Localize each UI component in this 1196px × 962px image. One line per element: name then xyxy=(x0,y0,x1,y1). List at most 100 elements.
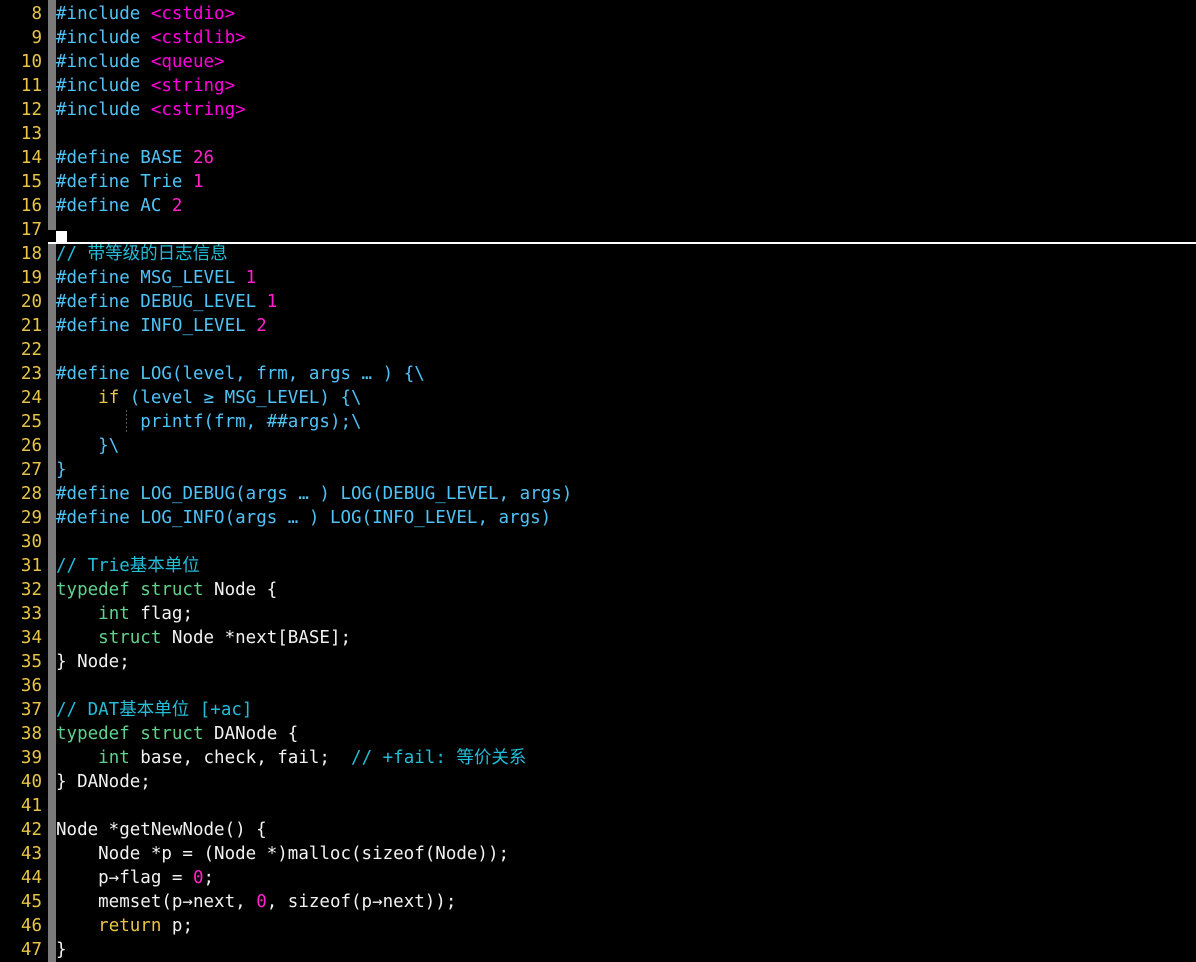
code-line[interactable]: 17 xyxy=(0,218,1196,242)
code-line[interactable]: 11 #include <string> xyxy=(0,74,1196,98)
code-line[interactable]: 16 #define AC 2 xyxy=(0,194,1196,218)
code-line[interactable]: 30 xyxy=(0,530,1196,554)
code-line[interactable]: 25 printf(frm, ##args);\ xyxy=(0,410,1196,434)
code-text[interactable]: memset(p→next, 0, sizeof(p→next)); xyxy=(42,890,456,914)
code-line[interactable]: 32 typedef struct Node { xyxy=(0,578,1196,602)
line-number: 33 xyxy=(20,604,42,624)
line-number: 34 xyxy=(20,628,42,648)
code-line[interactable]: 15 #define Trie 1 xyxy=(0,170,1196,194)
code-text[interactable]: #define AC 2 xyxy=(42,194,182,218)
code-text[interactable]: if (level ≥ MSG_LEVEL) {\ xyxy=(42,386,361,410)
line-number: 13 xyxy=(20,124,42,144)
code-text[interactable]: Node *getNewNode() { xyxy=(42,818,267,842)
code-text[interactable]: printf(frm, ##args);\ xyxy=(42,410,361,434)
code-line[interactable]: 31 // Trie基本单位 xyxy=(0,554,1196,578)
code-token: // +fail: 等价关系 xyxy=(351,748,527,768)
code-token: if xyxy=(98,388,120,408)
code-editor[interactable]: 8 #include <cstdio> 9 #include <cstdlib> 10 #… xyxy=(0,0,1196,962)
code-text[interactable]: #include <cstdlib> xyxy=(42,26,246,50)
code-text[interactable]: struct Node *next[BASE]; xyxy=(42,626,351,650)
code-token: typedef struct xyxy=(56,580,204,600)
code-token: Node *p = (Node *)malloc(sizeof(Node)); xyxy=(56,844,510,864)
code-line[interactable]: 40} DANode; xyxy=(0,770,1196,794)
code-token: 0 xyxy=(192,868,204,888)
code-line[interactable]: 33 int flag; xyxy=(0,602,1196,626)
code-text[interactable]: int base, check, fail; // +fail: 等价关系 xyxy=(42,746,526,770)
code-token: // DAT基本单位 [+ac] xyxy=(56,700,253,720)
code-line[interactable]: 19 #define MSG_LEVEL 1 xyxy=(0,266,1196,290)
code-line[interactable]: 20 #define DEBUG_LEVEL 1 xyxy=(0,290,1196,314)
code-line[interactable]: 8 #include <cstdio> xyxy=(0,2,1196,26)
code-text[interactable]: } xyxy=(42,458,67,482)
code-line[interactable]: 42 Node *getNewNode() { xyxy=(0,818,1196,842)
code-line[interactable]: 12 #include <cstring> xyxy=(0,98,1196,122)
code-line[interactable]: 23 #define LOG(level, frm, args … ) {\ xyxy=(0,362,1196,386)
code-line-list[interactable]: 8 #include <cstdio> 9 #include <cstdlib> 10 #… xyxy=(0,0,1196,962)
line-number: 24 xyxy=(20,388,42,408)
code-line[interactable]: 39 int base, check, fail; // +fail: 等价关系 xyxy=(0,746,1196,770)
code-line[interactable]: 28 #define LOG_DEBUG(args … ) LOG(DEBUG_L… xyxy=(0,482,1196,506)
code-text[interactable]: // Trie基本单位 xyxy=(42,554,200,578)
code-text[interactable]: #include <queue> xyxy=(42,50,225,74)
code-text[interactable]: } DANode; xyxy=(42,770,151,794)
code-line[interactable]: 45 memset(p→next, 0, sizeof(p→next)); xyxy=(0,890,1196,914)
code-text[interactable]: int flag; xyxy=(42,602,193,626)
code-text[interactable]: typedef struct Node { xyxy=(42,578,277,602)
code-line[interactable]: 13 xyxy=(0,122,1196,146)
code-text[interactable]: }\ xyxy=(42,434,119,458)
code-line[interactable]: 22 xyxy=(0,338,1196,362)
code-token: 1 xyxy=(245,268,257,288)
code-text[interactable]: #define LOG_DEBUG(args … ) LOG(DEBUG_LEV… xyxy=(42,482,572,506)
code-text[interactable]: #define MSG_LEVEL 1 xyxy=(42,266,256,290)
code-line[interactable]: 21 #define INFO_LEVEL 2 xyxy=(0,314,1196,338)
code-line[interactable]: 43 Node *p = (Node *)malloc(sizeof(Node)… xyxy=(0,842,1196,866)
line-number: 42 xyxy=(20,820,42,840)
code-text[interactable]: } xyxy=(42,938,67,962)
code-token: 26 xyxy=(192,148,215,168)
code-text[interactable]: #define LOG(level, frm, args … ) {\ xyxy=(42,362,425,386)
code-text[interactable]: #define LOG_INFO(args … ) LOG(INFO_LEVEL… xyxy=(42,506,551,530)
code-line[interactable]: 37 // DAT基本单位 [+ac] xyxy=(0,698,1196,722)
code-text[interactable]: return p; xyxy=(42,914,193,938)
code-token: struct xyxy=(98,628,162,648)
code-line[interactable]: 24 if (level ≥ MSG_LEVEL) {\ xyxy=(0,386,1196,410)
code-line[interactable]: 41 xyxy=(0,794,1196,818)
code-line[interactable]: 38 typedef struct DANode { xyxy=(0,722,1196,746)
code-line[interactable]: 18 // 带等级的日志信息 xyxy=(0,231,1196,266)
code-line[interactable]: 36 xyxy=(0,674,1196,698)
code-token: MSG_LEVEL xyxy=(140,268,246,288)
code-text[interactable]: typedef struct DANode { xyxy=(42,722,298,746)
code-line[interactable]: 9 #include <cstdlib> xyxy=(0,26,1196,50)
code-token: #define xyxy=(56,484,141,504)
code-line[interactable]: 14 #define BASE 26 xyxy=(0,146,1196,170)
code-text[interactable]: p→flag = 0; xyxy=(42,866,214,890)
code-line[interactable]: 46 return p; xyxy=(0,914,1196,938)
code-text[interactable]: #define INFO_LEVEL 2 xyxy=(42,314,267,338)
code-line[interactable]: 44 p→flag = 0; xyxy=(0,866,1196,890)
code-text[interactable]: Node *p = (Node *)malloc(sizeof(Node)); xyxy=(42,842,509,866)
code-line[interactable]: 10 #include <queue> xyxy=(0,50,1196,74)
code-line[interactable]: 47} xyxy=(0,938,1196,962)
line-number: 11 xyxy=(20,76,42,96)
code-text[interactable]: #include <cstdio> xyxy=(42,2,235,26)
code-text[interactable]: #define Trie 1 xyxy=(42,170,204,194)
code-text[interactable]: #include <string> xyxy=(42,74,235,98)
code-text[interactable]: // DAT基本单位 [+ac] xyxy=(42,698,252,722)
code-token: BASE xyxy=(140,148,193,168)
line-number: 18 xyxy=(20,244,42,264)
code-text[interactable]: #include <cstring> xyxy=(42,98,246,122)
code-token: 1 xyxy=(192,172,204,192)
text-cursor xyxy=(56,231,67,242)
code-token: #include xyxy=(56,76,151,96)
code-line[interactable]: 34 struct Node *next[BASE]; xyxy=(0,626,1196,650)
code-line[interactable]: 26 }\ xyxy=(0,434,1196,458)
code-line[interactable]: 35} Node; xyxy=(0,650,1196,674)
line-number: 16 xyxy=(20,196,42,216)
code-text[interactable]: // 带等级的日志信息 xyxy=(42,242,228,266)
code-text[interactable]: } Node; xyxy=(42,650,130,674)
line-number: 35 xyxy=(20,652,42,672)
code-text[interactable]: #define DEBUG_LEVEL 1 xyxy=(42,290,277,314)
code-line[interactable]: 29 #define LOG_INFO(args … ) LOG(INFO_LEV… xyxy=(0,506,1196,530)
code-line[interactable]: 27} xyxy=(0,458,1196,482)
code-text[interactable]: #define BASE 26 xyxy=(42,146,214,170)
